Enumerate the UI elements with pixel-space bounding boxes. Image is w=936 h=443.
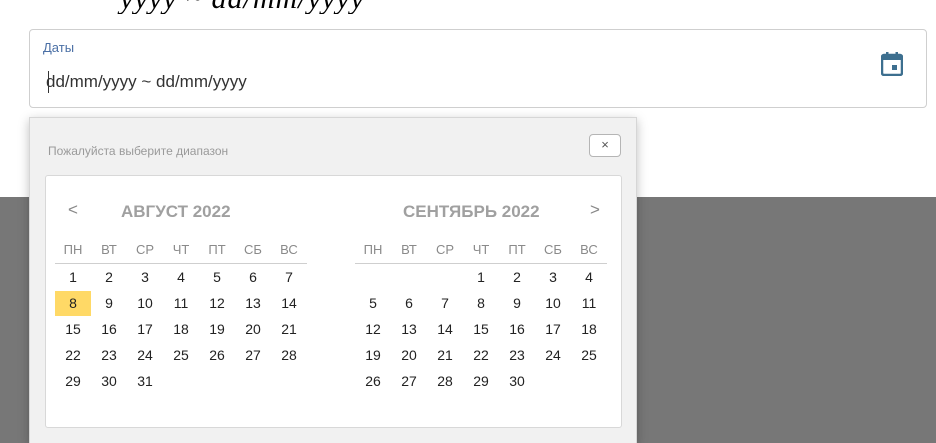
- day-cell[interactable]: 17: [127, 317, 163, 342]
- empty-day-cell: [427, 265, 463, 290]
- day-cell[interactable]: 24: [535, 343, 571, 368]
- day-cell[interactable]: 25: [571, 343, 607, 368]
- empty-day-cell: [355, 265, 391, 290]
- day-cell[interactable]: 16: [499, 317, 535, 342]
- day-cell[interactable]: 15: [55, 317, 91, 342]
- day-cell[interactable]: 5: [355, 291, 391, 316]
- day-cell[interactable]: 9: [91, 291, 127, 316]
- day-cell[interactable]: 27: [235, 343, 271, 368]
- day-cell[interactable]: 29: [463, 369, 499, 394]
- next-month-button[interactable]: >: [590, 200, 600, 220]
- date-range-picker: Пожалуйста выберите диапазон × < АВГУСТ …: [29, 117, 637, 443]
- weekday-header: ВС: [571, 238, 607, 264]
- day-cell[interactable]: 2: [499, 265, 535, 290]
- prev-month-button[interactable]: <: [68, 200, 78, 220]
- cropped-text: yyyy ~ dd/mm/yyyy: [120, 0, 365, 14]
- day-cell[interactable]: 11: [571, 291, 607, 316]
- empty-day-cell: [391, 265, 427, 290]
- day-cell[interactable]: 2: [91, 265, 127, 290]
- day-cell[interactable]: 20: [235, 317, 271, 342]
- day-cell[interactable]: 10: [127, 291, 163, 316]
- weekday-header: СР: [127, 238, 163, 264]
- day-cell[interactable]: 18: [163, 317, 199, 342]
- month-grid-august: ПН ВТ СР ЧТ ПТ СБ ВС 1 2 3 4 5 6 7 8 9 10 11 12 13 14 15 16 17 1…: [55, 238, 307, 394]
- day-cell[interactable]: 18: [571, 317, 607, 342]
- day-cell[interactable]: 25: [163, 343, 199, 368]
- cropped-header-text: yyyy ~ dd/mm/yyyy: [0, 0, 936, 14]
- weekday-header: ВТ: [391, 238, 427, 264]
- day-cell[interactable]: 29: [55, 369, 91, 394]
- day-cell[interactable]: 3: [535, 265, 571, 290]
- weekday-header: ПТ: [199, 238, 235, 264]
- day-cell[interactable]: 8: [55, 291, 91, 316]
- day-cell[interactable]: 6: [391, 291, 427, 316]
- day-cell[interactable]: 26: [355, 369, 391, 394]
- calendar-panel: < АВГУСТ 2022 СЕНТЯБРЬ 2022 > ПН ВТ СР ЧТ ПТ…: [45, 175, 622, 428]
- day-cell[interactable]: 1: [463, 265, 499, 290]
- day-cell[interactable]: 5: [199, 265, 235, 290]
- day-cell[interactable]: 3: [127, 265, 163, 290]
- month-grid-september: ПН ВТ СР ЧТ ПТ СБ ВС 1 2 3 4 5 6 7 8 9 10 11 12 13 14 15 16 17 1…: [355, 238, 607, 394]
- weekday-header: ВС: [271, 238, 307, 264]
- day-cell[interactable]: 11: [163, 291, 199, 316]
- date-range-field[interactable]: Даты dd/mm/yyyy ~ dd/mm/yyyy: [29, 29, 927, 108]
- day-cell[interactable]: 12: [355, 317, 391, 342]
- day-cell[interactable]: 13: [235, 291, 271, 316]
- day-cell[interactable]: 7: [271, 265, 307, 290]
- weekday-header: СР: [427, 238, 463, 264]
- day-cell[interactable]: 31: [127, 369, 163, 394]
- day-cell[interactable]: 28: [427, 369, 463, 394]
- weekday-header: СБ: [235, 238, 271, 264]
- day-cell[interactable]: 27: [391, 369, 427, 394]
- day-cell[interactable]: 19: [199, 317, 235, 342]
- day-cell[interactable]: 22: [463, 343, 499, 368]
- weekday-header: ЧТ: [163, 238, 199, 264]
- weekday-header: СБ: [535, 238, 571, 264]
- day-cell[interactable]: 23: [91, 343, 127, 368]
- day-cell[interactable]: 21: [427, 343, 463, 368]
- day-cell[interactable]: 28: [271, 343, 307, 368]
- day-cell[interactable]: 1: [55, 265, 91, 290]
- day-cell[interactable]: 15: [463, 317, 499, 342]
- weekday-header: ПН: [355, 238, 391, 264]
- day-cell[interactable]: 30: [91, 369, 127, 394]
- weekday-header: ЧТ: [463, 238, 499, 264]
- day-cell[interactable]: 19: [355, 343, 391, 368]
- day-cell[interactable]: 14: [271, 291, 307, 316]
- day-cell[interactable]: 23: [499, 343, 535, 368]
- day-cell[interactable]: 16: [91, 317, 127, 342]
- day-cell[interactable]: 12: [199, 291, 235, 316]
- calendar-icon[interactable]: [881, 52, 903, 76]
- day-cell[interactable]: 9: [499, 291, 535, 316]
- day-cell[interactable]: 20: [391, 343, 427, 368]
- day-cell[interactable]: 4: [163, 265, 199, 290]
- day-cell[interactable]: 4: [571, 265, 607, 290]
- day-cell[interactable]: 30: [499, 369, 535, 394]
- day-cell[interactable]: 21: [271, 317, 307, 342]
- day-cell[interactable]: 13: [391, 317, 427, 342]
- month-title-september: СЕНТЯБРЬ 2022: [403, 202, 540, 221]
- day-cell[interactable]: 7: [427, 291, 463, 316]
- month-title-august: АВГУСТ 2022: [121, 202, 231, 221]
- day-cell[interactable]: 26: [199, 343, 235, 368]
- picker-title: Пожалуйста выберите диапазон: [48, 144, 229, 158]
- day-cell[interactable]: 22: [55, 343, 91, 368]
- day-cell[interactable]: 17: [535, 317, 571, 342]
- weekday-header: ВТ: [91, 238, 127, 264]
- day-cell[interactable]: 14: [427, 317, 463, 342]
- day-cell[interactable]: 10: [535, 291, 571, 316]
- day-cell[interactable]: 8: [463, 291, 499, 316]
- weekday-header: ПН: [55, 238, 91, 264]
- weekday-header: ПТ: [499, 238, 535, 264]
- close-button[interactable]: ×: [589, 134, 621, 157]
- day-cell[interactable]: 6: [235, 265, 271, 290]
- date-range-input[interactable]: dd/mm/yyyy ~ dd/mm/yyyy: [46, 72, 247, 92]
- date-field-label: Даты: [43, 40, 75, 55]
- day-cell[interactable]: 24: [127, 343, 163, 368]
